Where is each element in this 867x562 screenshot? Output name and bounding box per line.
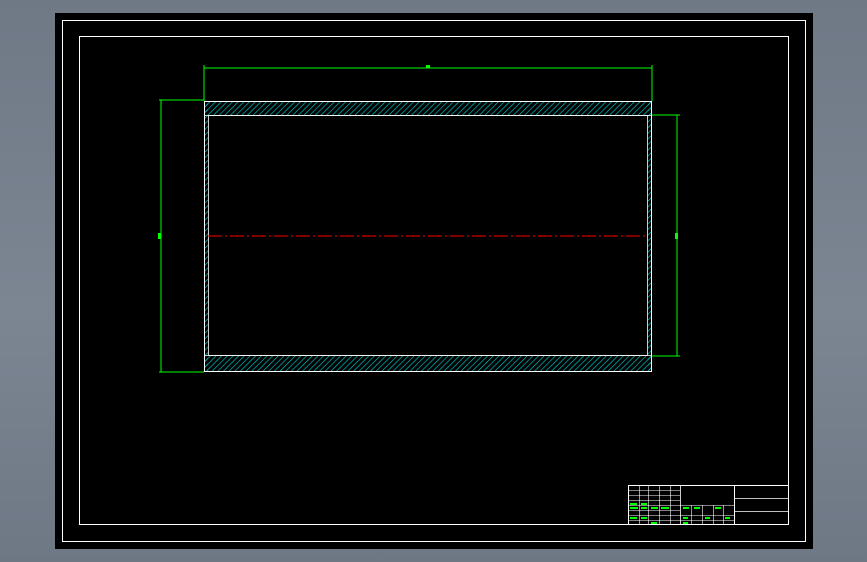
outer-border	[62, 20, 806, 542]
bottom-wall-hatch	[204, 356, 652, 371]
outer-diameter-dimension	[158, 99, 204, 373]
length-dimension-text	[426, 65, 430, 68]
inner-diameter-dimension	[652, 114, 680, 357]
sleeve-section[interactable]	[204, 101, 652, 372]
outer-diameter-dimension-text	[158, 233, 161, 239]
title-block[interactable]	[628, 485, 789, 525]
drawing-sheet	[55, 13, 813, 549]
top-wall-hatch	[204, 101, 652, 115]
inner-diameter-dimension-text	[675, 233, 678, 239]
cad-viewport[interactable]	[0, 0, 867, 562]
length-dimension	[203, 65, 653, 101]
drawing-canvas[interactable]	[55, 13, 813, 549]
